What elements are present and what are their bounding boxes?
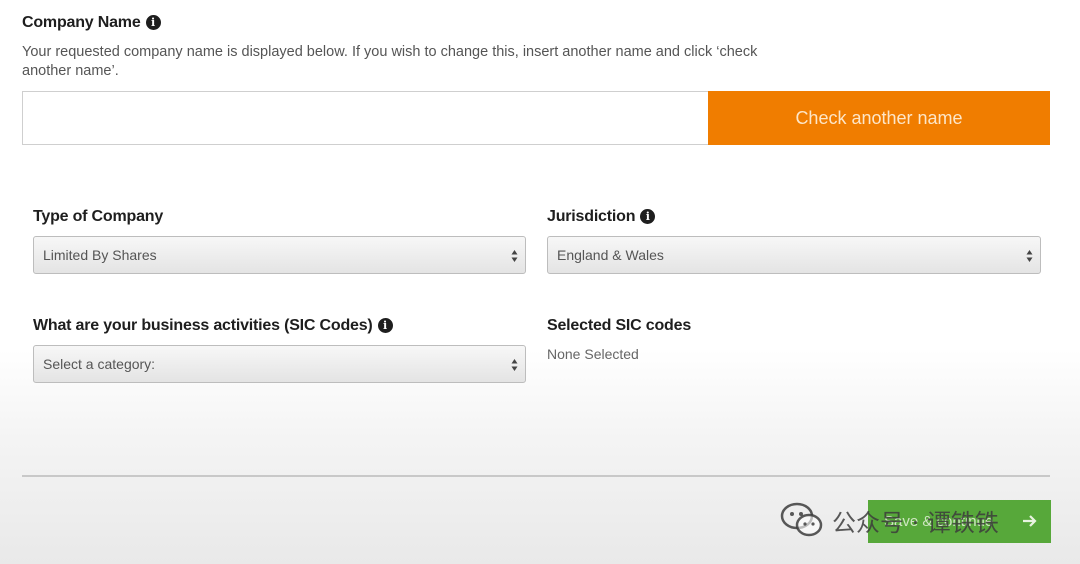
company-name-description: Your requested company name is displayed… xyxy=(22,44,758,79)
check-another-name-button[interactable]: Check another name xyxy=(708,91,1050,145)
info-icon[interactable]: i xyxy=(640,209,656,224)
selected-sic-codes-label: Selected SIC codes xyxy=(547,317,692,334)
jurisdiction-value: England & Wales xyxy=(557,247,664,263)
watermark-text: 公众号 · 谭铁铁 xyxy=(832,508,999,537)
watermark: 公众号 · 谭铁铁 xyxy=(780,500,999,540)
sic-category-select[interactable]: Select a category: xyxy=(33,345,526,383)
business-activities-heading: What are your business activities (SIC C… xyxy=(33,317,393,335)
info-icon[interactable]: i xyxy=(377,318,393,333)
select-arrows-icon xyxy=(1026,250,1033,262)
jurisdiction-heading: Jurisdiction i xyxy=(547,208,656,226)
select-arrows-icon xyxy=(511,359,518,371)
select-arrows-icon xyxy=(511,250,518,262)
company-name-label: Company Name xyxy=(22,14,141,31)
type-of-company-value: Limited By Shares xyxy=(43,247,157,263)
wechat-icon xyxy=(780,502,823,537)
section-divider xyxy=(22,475,1050,477)
company-name-input[interactable] xyxy=(22,91,708,145)
business-activities-label: What are your business activities (SIC C… xyxy=(33,317,373,334)
arrow-right-icon xyxy=(1023,515,1037,527)
type-of-company-label: Type of Company xyxy=(33,208,164,225)
info-icon[interactable]: i xyxy=(145,15,161,30)
company-name-heading: Company Name i xyxy=(22,14,161,32)
sic-category-value: Select a category: xyxy=(43,356,156,372)
type-of-company-select[interactable]: Limited By Shares xyxy=(33,236,526,274)
jurisdiction-label: Jurisdiction xyxy=(547,208,636,225)
jurisdiction-select[interactable]: England & Wales xyxy=(547,236,1041,274)
selected-sic-codes-value: None Selected xyxy=(547,346,639,362)
